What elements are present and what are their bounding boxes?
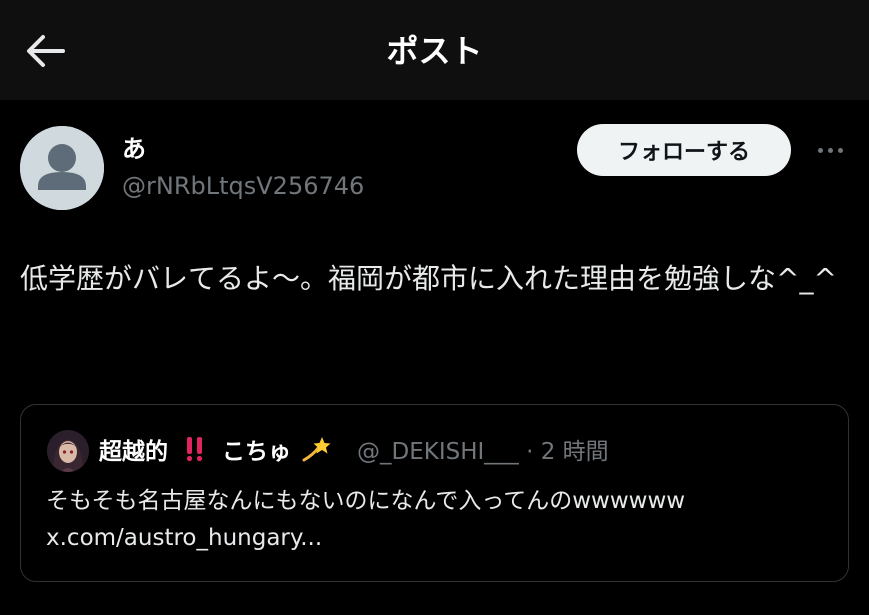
page-title: ポスト [386, 32, 483, 70]
quoted-handle-time[interactable]: @_DEKISHI___ · 2 時間 [357, 435, 609, 469]
quoted-timestamp: 2 時間 [540, 439, 609, 465]
quoted-post-card[interactable]: 超越的 こちゅ @_DEKISHI___ · 2 時間 そもそも名古屋なんにもな… [20, 404, 849, 582]
quoted-name-suffix: こちゅ [222, 439, 292, 465]
more-dot-icon [837, 147, 843, 153]
avatar[interactable] [20, 126, 104, 210]
quoted-text: そもそも名古屋なんにもないのになんで入ってんのwwwwww x.com/aust… [46, 483, 826, 557]
quoted-name-text: 超越的 [99, 439, 168, 465]
default-avatar-icon [20, 126, 104, 210]
post-text: 低学歴がバレてるよ〜。福岡が都市に入れた理由を勉強しな^_^ [20, 262, 837, 295]
quoted-link[interactable]: x.com/austro_hungary... [46, 520, 826, 557]
meta-separator: · [526, 439, 534, 465]
follow-button[interactable]: フォローする [577, 124, 791, 176]
quoted-display-name[interactable]: 超越的 こちゅ [99, 435, 331, 469]
more-dot-icon [827, 147, 833, 153]
more-options-button[interactable] [808, 130, 852, 170]
quoted-text-line: そもそも名古屋なんにもないのになんで入ってんのwwwwww [46, 488, 686, 514]
author-handle[interactable]: @rNRbLtqsV256746 [122, 170, 364, 202]
author-display-name[interactable]: あ [122, 133, 146, 165]
quoted-avatar-image [47, 430, 89, 472]
double-exclamation-emoji [186, 437, 203, 462]
dizzy-emoji [302, 437, 331, 462]
more-dot-icon [817, 147, 823, 153]
quoted-avatar[interactable] [47, 430, 89, 472]
top-bar: ポスト [0, 0, 869, 100]
quoted-handle: @_DEKISHI___ [357, 439, 519, 465]
